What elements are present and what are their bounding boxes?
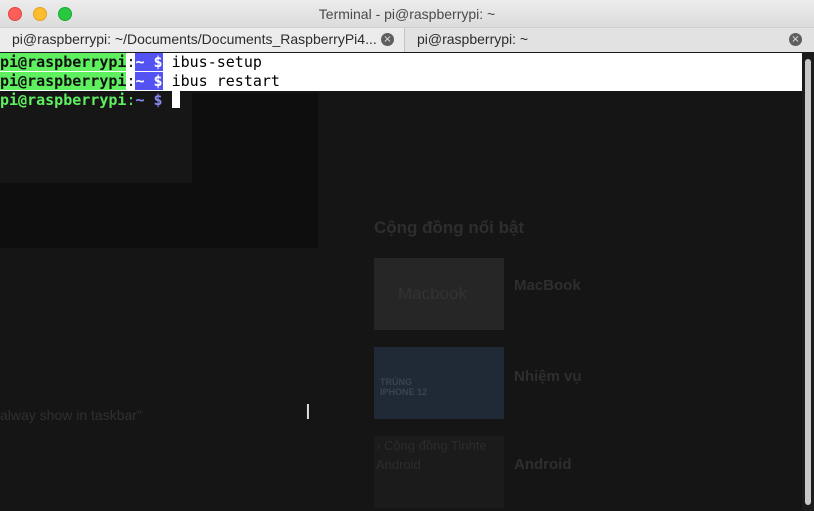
tab-home[interactable]: pi@raspberrypi: ~ × (405, 28, 814, 52)
tab-label: pi@raspberrypi: ~ (417, 31, 529, 47)
tab-close-icon[interactable]: × (381, 33, 394, 46)
terminal-line: pi@raspberrypi:~ $ ibus restart (0, 72, 802, 91)
terminal-command: ibus-setup (162, 53, 262, 71)
terminal-command (163, 91, 172, 109)
terminal-line: pi@raspberrypi:~ $ ibus-setup (0, 53, 802, 72)
background-item: Nhiệm vụ (514, 368, 582, 385)
tab-close-icon[interactable]: × (789, 33, 802, 46)
window-title: Terminal - pi@raspberrypi: ~ (318, 6, 496, 22)
prompt-user: pi@raspberrypi (0, 53, 127, 71)
terminal-output[interactable]: Cộng đồng nổi bật Macbook TRÚNG IPHONE 1… (0, 53, 814, 511)
background-item: Android (514, 456, 572, 473)
tab-bar: pi@raspberrypi: ~/Documents/Documents_Ra… (0, 28, 814, 52)
thumbnail-text: Macbook (398, 284, 467, 303)
background-heading: Cộng đồng nổi bật (374, 218, 525, 237)
background-caption: Android (376, 457, 421, 472)
prompt-user: pi@raspberrypi (0, 91, 127, 109)
ibeam-cursor-icon: I (305, 400, 311, 424)
tab-documents[interactable]: pi@raspberrypi: ~/Documents/Documents_Ra… (0, 28, 405, 52)
prompt-user: pi@raspberrypi (0, 72, 127, 90)
title-bar: Terminal - pi@raspberrypi: ~ (0, 0, 814, 28)
text-cursor (171, 91, 180, 108)
prompt-path: ~ $ (135, 53, 163, 71)
background-item: MacBook (514, 277, 581, 294)
tab-label: pi@raspberrypi: ~/Documents/Documents_Ra… (12, 31, 377, 47)
background-thumbnail: Macbook (374, 258, 504, 330)
background-text: alway show in taskbar" (0, 407, 142, 423)
scrollbar[interactable] (802, 53, 814, 511)
terminal-command: ibus restart (162, 72, 280, 90)
thumbnail-text: TRÚNG IPHONE 12 (380, 377, 428, 397)
terminal-line: pi@raspberrypi:~ $ (0, 91, 802, 110)
prompt-path: ~ $ (135, 91, 163, 109)
background-thumbnail: TRÚNG IPHONE 12 (374, 347, 504, 419)
scrollbar-thumb[interactable] (805, 59, 811, 505)
prompt-path: ~ $ (135, 72, 163, 90)
background-caption: › Cộng đồng Tinhte (376, 438, 487, 453)
